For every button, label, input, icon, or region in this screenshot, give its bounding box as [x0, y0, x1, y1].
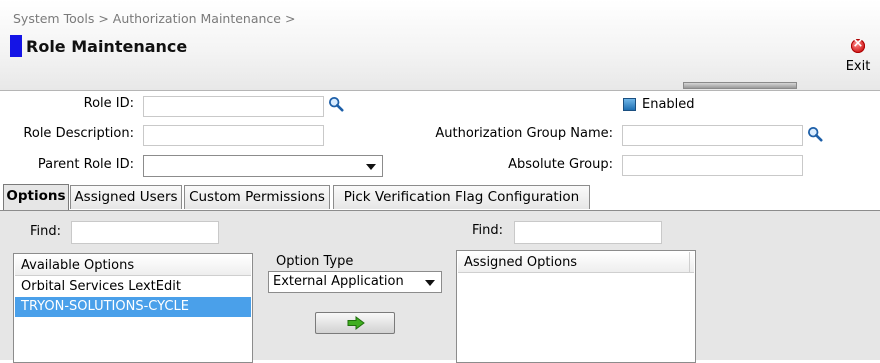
chevron-down-icon: [425, 280, 435, 286]
auth-group-name-label: Authorization Group Name:: [435, 126, 613, 141]
title-marker: [10, 35, 22, 57]
assigned-options-list[interactable]: Assigned Options: [456, 250, 696, 363]
role-description-label: Role Description:: [23, 126, 134, 141]
right-arrow-icon: [347, 316, 365, 330]
breadcrumb: System Tools > Authorization Maintenance…: [13, 11, 296, 26]
header-splitter-handle[interactable]: [683, 82, 797, 89]
tab-assigned-users[interactable]: Assigned Users: [70, 185, 182, 209]
option-type-value: External Application: [273, 274, 404, 289]
exit-button[interactable]: Exit: [840, 36, 876, 78]
role-description-input[interactable]: [143, 125, 324, 146]
tab-options[interactable]: Options: [3, 184, 69, 210]
role-id-label: Role ID:: [83, 96, 134, 111]
enabled-label: Enabled: [642, 97, 695, 112]
close-circle-icon: [851, 36, 865, 53]
enabled-checkbox[interactable]: [623, 98, 636, 111]
assigned-options-header: Assigned Options: [458, 252, 694, 273]
role-id-search-icon[interactable]: [328, 96, 344, 112]
parent-role-id-label: Parent Role ID:: [37, 157, 134, 172]
available-options-header: Available Options: [15, 255, 251, 276]
role-id-input[interactable]: [143, 96, 324, 117]
column-divider: [689, 252, 690, 273]
auth-group-name-input[interactable]: [622, 125, 803, 146]
absolute-group-input[interactable]: [622, 155, 803, 176]
assign-option-button[interactable]: [315, 312, 395, 334]
exit-label: Exit: [845, 59, 871, 74]
option-type-select[interactable]: External Application: [268, 271, 442, 293]
available-options-list[interactable]: Available Options Orbital Services LextE…: [13, 253, 253, 363]
find-assigned-input[interactable]: [514, 221, 662, 244]
chevron-down-icon: [366, 164, 376, 170]
find-label-available: Find:: [30, 224, 62, 239]
list-item-selected[interactable]: TRYON-SOLUTIONS-CYCLE: [15, 297, 251, 317]
tab-pick-verification-flag-configuration[interactable]: Pick Verification Flag Configuration: [333, 185, 590, 209]
absolute-group-label: Absolute Group:: [508, 157, 613, 172]
list-item[interactable]: Orbital Services LextEdit: [15, 277, 251, 297]
find-label-assigned: Find:: [472, 223, 504, 238]
auth-group-search-icon[interactable]: [807, 126, 823, 142]
parent-role-id-select[interactable]: [143, 155, 383, 177]
find-available-input[interactable]: [71, 221, 219, 244]
tab-custom-permissions[interactable]: Custom Permissions: [184, 185, 330, 209]
page-title: Role Maintenance: [26, 37, 188, 56]
option-type-label: Option Type: [276, 254, 354, 269]
